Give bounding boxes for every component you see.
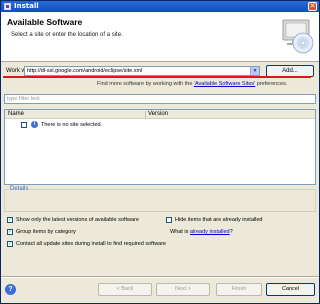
details-group: Details xyxy=(4,186,316,212)
tree-row-text: There is no site selected. xyxy=(41,122,103,128)
group-by-category-checkbox[interactable]: ✓ xyxy=(7,229,13,235)
install-cd-icon xyxy=(282,19,314,54)
find-more-text: Find more software by working with the '… xyxy=(97,81,317,87)
page-subtitle: Select a site or enter the location of a… xyxy=(11,32,123,38)
install-dialog: Install ✕ Available Software Select a si… xyxy=(0,0,320,304)
column-header-name[interactable]: Name xyxy=(8,110,24,119)
chevron-down-icon[interactable]: ▼ xyxy=(250,67,259,75)
available-sites-link[interactable]: 'Available Software Sites' xyxy=(194,81,255,87)
hide-installed-checkbox[interactable] xyxy=(166,217,172,223)
contact-sites-checkbox[interactable]: ✓ xyxy=(7,241,13,247)
show-latest-checkbox[interactable]: ✓ xyxy=(7,217,13,223)
highlight-underline xyxy=(3,76,311,78)
hide-installed-label: Hide items that are already installed xyxy=(175,217,263,223)
find-more-suffix: preferences. xyxy=(255,81,288,87)
group-by-category-label: Group items by category xyxy=(16,229,76,235)
back-button[interactable]: < Back xyxy=(98,283,152,296)
title-bar[interactable]: Install ✕ xyxy=(1,1,319,12)
work-with-value: http://dl-ssl.google.com/android/eclipse… xyxy=(27,68,143,74)
row-checkbox[interactable] xyxy=(21,122,27,128)
contact-sites-label: Contact all update sites during install … xyxy=(16,241,167,247)
help-icon[interactable]: ? xyxy=(5,284,16,295)
column-header-version[interactable]: Version xyxy=(148,110,168,119)
footer-divider-highlight xyxy=(1,277,319,278)
tree-row[interactable]: i There is no site selected. xyxy=(5,121,315,131)
filter-input[interactable]: type filter text xyxy=(4,94,316,104)
wizard-header: Available Software Select a site or ente… xyxy=(1,12,319,62)
what-is-suffix: ? xyxy=(229,229,233,235)
eclipse-icon xyxy=(4,3,11,10)
find-more-prefix: Find more software by working with the xyxy=(97,81,194,87)
finish-button[interactable]: Finish xyxy=(216,283,262,296)
work-with-combo[interactable]: http://dl-ssl.google.com/android/eclipse… xyxy=(24,66,260,76)
close-icon[interactable]: ✕ xyxy=(308,2,317,11)
software-tree[interactable]: Name Version i There is no site selected… xyxy=(4,109,316,185)
window-title: Install xyxy=(14,2,39,10)
details-label: Details xyxy=(9,186,30,192)
cancel-button[interactable]: Cancel xyxy=(266,283,315,296)
page-title: Available Software xyxy=(7,17,83,27)
already-installed-link[interactable]: already installed xyxy=(190,229,230,235)
tree-header: Name Version xyxy=(5,110,315,119)
what-is-installed-text: What is already installed? xyxy=(170,229,233,236)
next-button[interactable]: Next > xyxy=(156,283,210,296)
show-latest-label: Show only the latest versions of availab… xyxy=(16,217,139,223)
info-icon: i xyxy=(31,121,38,128)
what-is-prefix: What is xyxy=(170,229,190,235)
column-separator[interactable] xyxy=(145,111,146,118)
